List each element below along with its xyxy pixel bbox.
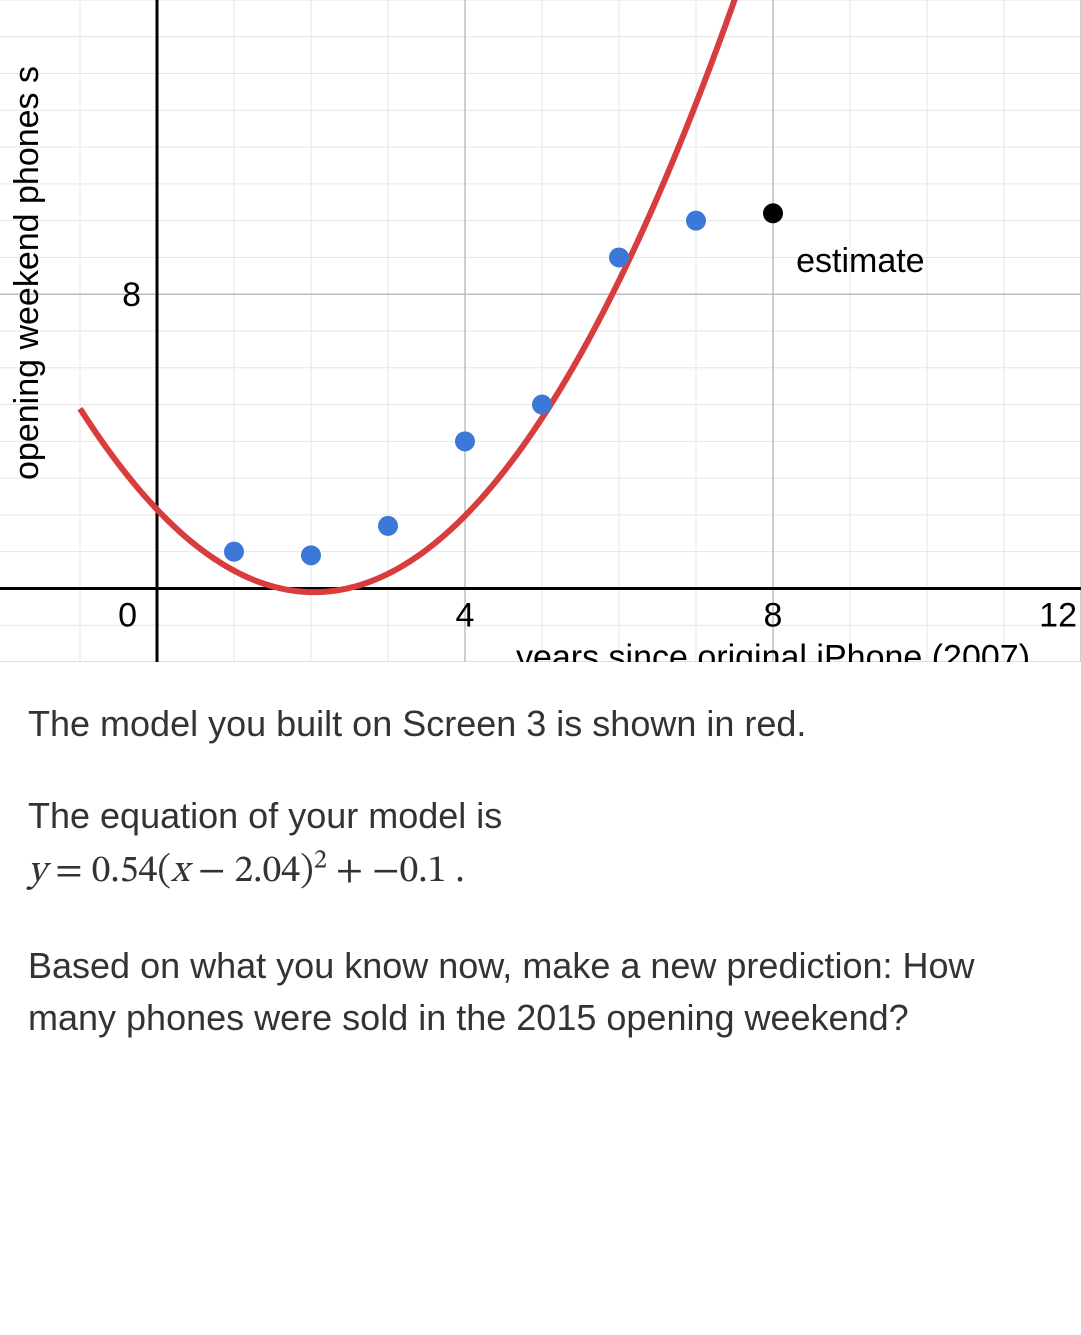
question-line: Based on what you know now, make a new p… bbox=[28, 940, 1053, 1044]
chart-plot[interactable]: 0 4 8 12 8 years since original iPhone (2007)… bbox=[0, 0, 1081, 662]
data-point[interactable] bbox=[301, 545, 321, 565]
equation-formula: y = 0.54(x − 2.04)2 + −0.1 . bbox=[28, 853, 465, 891]
estimate-point[interactable] bbox=[763, 203, 783, 223]
data-point[interactable] bbox=[609, 247, 629, 267]
x-tick-label: 12 bbox=[1039, 596, 1077, 634]
intro-line: The model you built on Screen 3 is shown… bbox=[28, 698, 1053, 750]
data-point[interactable] bbox=[378, 516, 398, 536]
model-curve bbox=[80, 0, 1081, 592]
y-tick-label: 8 bbox=[122, 276, 141, 314]
data-point[interactable] bbox=[455, 431, 475, 451]
equation-block: The equation of your model is y = 0.54(x… bbox=[28, 790, 1053, 900]
y-axis-label: opening weekend phones s bbox=[8, 66, 47, 480]
x-tick-label: 8 bbox=[764, 596, 783, 634]
data-point[interactable] bbox=[532, 395, 552, 415]
chart-container: opening weekend phones s 0 4 8 12 8 years sin… bbox=[0, 0, 1081, 662]
data-point[interactable] bbox=[686, 211, 706, 231]
x-axis-label: years since original iPhone (2007) bbox=[516, 638, 1030, 662]
x-tick-label: 0 bbox=[118, 596, 137, 634]
prompt-text: The model you built on Screen 3 is shown… bbox=[0, 662, 1081, 1105]
annotation-estimate: estimate bbox=[796, 242, 925, 280]
x-tick-label: 4 bbox=[456, 596, 475, 634]
data-point[interactable] bbox=[224, 542, 244, 562]
equation-intro: The equation of your model is bbox=[28, 795, 502, 836]
